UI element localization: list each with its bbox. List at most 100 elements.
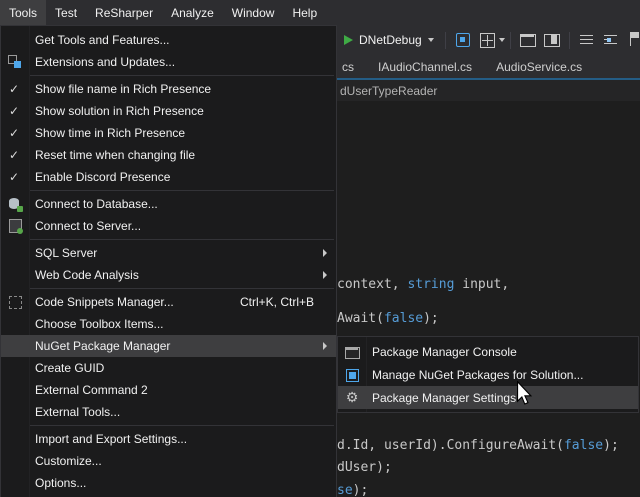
menubar-item-label: Window xyxy=(232,6,275,20)
menu-item-extensions-and-updates[interactable]: Extensions and Updates... xyxy=(1,51,336,73)
menu-item-label: Create GUID xyxy=(35,361,104,375)
decrease-indent-icon[interactable] xyxy=(576,29,598,51)
submenu-arrow-icon xyxy=(323,249,327,257)
database-icon xyxy=(7,196,23,212)
menu-item-label: Package Manager Console xyxy=(372,345,517,359)
toolbar-separator xyxy=(510,32,511,49)
code-line: context, string input, xyxy=(337,277,509,292)
menu-separator xyxy=(30,425,334,426)
document-tab-audioservice[interactable]: AudioService.cs xyxy=(484,55,594,80)
code-line: Await(false); xyxy=(337,311,439,326)
debug-target-label: DNetDebug xyxy=(359,33,422,47)
menu-item-show-time-rich-presence[interactable]: Show time in Rich Presence xyxy=(1,122,336,144)
menu-item-label: Package Manager Settings xyxy=(372,391,516,405)
toolbar-separator xyxy=(445,32,446,49)
menu-item-show-solution-rich-presence[interactable]: Show solution in Rich Presence xyxy=(1,100,336,122)
console-icon xyxy=(344,344,360,360)
menu-item-label: Show solution in Rich Presence xyxy=(35,104,204,118)
menubar-item-label: ReSharper xyxy=(95,6,153,20)
menu-item-label: Web Code Analysis xyxy=(35,268,139,282)
menu-item-web-code-analysis[interactable]: Web Code Analysis xyxy=(1,264,336,286)
nuget-package-manager-submenu: Package Manager Console Manage NuGet Pac… xyxy=(337,336,639,413)
chevron-down-icon xyxy=(428,38,434,42)
menubar-item-tools[interactable]: Tools xyxy=(0,0,46,25)
new-window-icon[interactable] xyxy=(517,29,539,51)
menu-item-reset-time-when-changing-file[interactable]: Reset time when changing file xyxy=(1,144,336,166)
tab-label: IAudioChannel.cs xyxy=(378,60,472,74)
menu-item-choose-toolbox-items[interactable]: Choose Toolbox Items... xyxy=(1,313,336,335)
code-line: dUser); xyxy=(337,460,392,475)
menu-item-create-guid[interactable]: Create GUID xyxy=(1,357,336,379)
menubar-item-analyze[interactable]: Analyze xyxy=(162,0,223,25)
start-debugging-button[interactable]: DNetDebug xyxy=(338,33,440,47)
menu-separator xyxy=(30,239,334,240)
increase-indent-icon[interactable] xyxy=(600,29,622,51)
menu-separator xyxy=(30,75,334,76)
document-tab-iaudiochannel[interactable]: IAudioChannel.cs xyxy=(366,55,484,80)
toggle-bookmark-icon[interactable] xyxy=(624,29,640,51)
find-in-files-icon[interactable] xyxy=(476,29,498,51)
chevron-down-icon[interactable] xyxy=(499,38,505,42)
menu-item-label: External Command 2 xyxy=(35,383,148,397)
menu-item-get-tools-and-features[interactable]: Get Tools and Features... xyxy=(1,29,336,51)
menubar-item-label: Tools xyxy=(9,6,37,20)
menubar-item-label: Test xyxy=(55,6,77,20)
menu-item-import-and-export-settings[interactable]: Import and Export Settings... xyxy=(1,428,336,450)
extensions-icon xyxy=(7,54,23,70)
play-icon xyxy=(344,35,353,45)
checkmark-icon xyxy=(9,127,19,139)
package-icon xyxy=(344,367,360,383)
checkmark-icon xyxy=(9,149,19,161)
menubar-item-window[interactable]: Window xyxy=(223,0,284,25)
code-line: se); xyxy=(337,483,368,497)
menubar-item-test[interactable]: Test xyxy=(46,0,86,25)
submenu-item-manage-nuget-packages-for-solution[interactable]: Manage NuGet Packages for Solution... xyxy=(338,363,638,386)
menu-item-customize[interactable]: Customize... xyxy=(1,450,336,472)
menu-item-label: Extensions and Updates... xyxy=(35,55,175,69)
submenu-item-package-manager-console[interactable]: Package Manager Console xyxy=(338,340,638,363)
menu-item-label: Connect to Server... xyxy=(35,219,141,233)
vs-window: { "colors": { "top_bg": "#2d2d30", "menu… xyxy=(0,0,640,497)
menu-item-label: Connect to Database... xyxy=(35,197,158,211)
tools-menu: Get Tools and Features... Extensions and… xyxy=(0,25,337,497)
menu-item-label: Options... xyxy=(35,476,86,490)
menu-item-sql-server[interactable]: SQL Server xyxy=(1,242,336,264)
menu-item-external-command-2[interactable]: External Command 2 xyxy=(1,379,336,401)
mouse-cursor xyxy=(516,381,533,406)
window-layout-icon[interactable] xyxy=(541,29,563,51)
menu-item-label: NuGet Package Manager xyxy=(35,339,170,353)
menu-item-show-file-name-rich-presence[interactable]: Show file name in Rich Presence xyxy=(1,78,336,100)
checkmark-icon xyxy=(9,171,19,183)
menu-item-connect-to-server[interactable]: Connect to Server... xyxy=(1,215,336,237)
menu-separator xyxy=(30,288,334,289)
menubar-item-help[interactable]: Help xyxy=(283,0,326,25)
menu-item-connect-to-database[interactable]: Connect to Database... xyxy=(1,193,336,215)
menu-item-enable-discord-presence[interactable]: Enable Discord Presence xyxy=(1,166,336,188)
menu-item-label: Enable Discord Presence xyxy=(35,170,170,184)
menu-item-nuget-package-manager[interactable]: NuGet Package Manager xyxy=(1,335,336,357)
menu-item-external-tools[interactable]: External Tools... xyxy=(1,401,336,423)
code-snippets-icon xyxy=(7,294,23,310)
menubar-item-label: Analyze xyxy=(171,6,214,20)
tab-label: cs xyxy=(342,60,354,74)
menubar-item-resharper[interactable]: ReSharper xyxy=(86,0,162,25)
menu-item-label: Show time in Rich Presence xyxy=(35,126,185,140)
breadcrumb[interactable]: dUserTypeReader xyxy=(340,84,437,98)
menu-item-options[interactable]: Options... xyxy=(1,472,336,494)
submenu-arrow-icon xyxy=(323,271,327,279)
attach-to-process-icon[interactable] xyxy=(452,29,474,51)
menu-item-label: SQL Server xyxy=(35,246,97,260)
tab-label: AudioService.cs xyxy=(496,60,582,74)
menu-item-label: Get Tools and Features... xyxy=(35,33,170,47)
menu-item-label: Import and Export Settings... xyxy=(35,432,187,446)
menu-item-label: Manage NuGet Packages for Solution... xyxy=(372,368,583,382)
checkmark-icon xyxy=(9,83,19,95)
submenu-arrow-icon xyxy=(323,342,327,350)
menu-item-label: Reset time when changing file xyxy=(35,148,195,162)
menu-item-label: External Tools... xyxy=(35,405,120,419)
menu-separator xyxy=(30,190,334,191)
server-icon xyxy=(7,218,23,234)
menu-item-code-snippets-manager[interactable]: Code Snippets Manager...Ctrl+K, Ctrl+B xyxy=(1,291,336,313)
submenu-item-package-manager-settings[interactable]: Package Manager Settings xyxy=(338,386,638,409)
menubar: Tools Test ReSharper Analyze Window Help xyxy=(0,0,640,25)
